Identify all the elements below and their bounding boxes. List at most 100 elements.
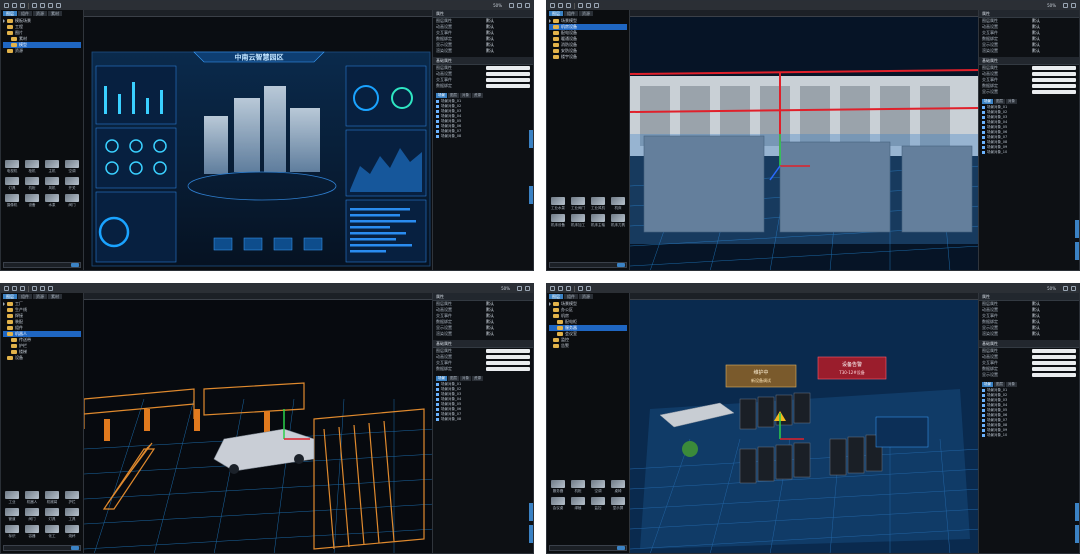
save-icon[interactable] [20, 3, 25, 8]
save-icon[interactable] [20, 286, 25, 291]
undo-icon[interactable] [578, 3, 583, 8]
undo-icon[interactable] [32, 286, 37, 291]
palette-item[interactable]: 工业阀门 [569, 197, 587, 211]
move-tool-icon[interactable] [594, 3, 599, 8]
tab-resource[interactable]: 资源 [472, 93, 483, 98]
tab-components[interactable]: 组件 [564, 294, 578, 299]
text-field[interactable] [1032, 78, 1076, 82]
palette-item[interactable]: 设备 [23, 194, 41, 208]
text-field[interactable] [1032, 355, 1076, 359]
tab-object[interactable]: 对象 [460, 93, 471, 98]
rotate-tool-icon[interactable] [56, 3, 61, 8]
property-field[interactable]: 数据绑定 [433, 366, 533, 372]
palette-item[interactable]: 服务器 [549, 480, 567, 494]
preview-icon[interactable] [517, 3, 522, 8]
canvas-viewport[interactable] [630, 10, 979, 270]
property-field[interactable]: 显示设置 [979, 372, 1079, 378]
tab-layer[interactable]: 图层 [994, 382, 1005, 387]
palette-item[interactable]: 管道 [3, 508, 21, 522]
undo-icon[interactable] [32, 3, 37, 8]
tab-layers[interactable]: 图层 [3, 11, 17, 16]
new-file-icon[interactable] [550, 3, 555, 8]
tab-object[interactable]: 对象 [1006, 99, 1017, 104]
settings-icon[interactable] [1063, 3, 1068, 8]
palette-item[interactable]: 机床主轴 [589, 214, 607, 228]
canvas-viewport[interactable]: 维护中 新设备调试 设备告警 T30-12#设备 [630, 293, 979, 553]
save-icon[interactable] [566, 286, 571, 291]
palette-item[interactable]: 工业 [3, 491, 21, 505]
text-field[interactable] [486, 72, 530, 76]
tab-components[interactable]: 组件 [18, 294, 32, 299]
text-field[interactable] [1032, 361, 1076, 365]
palette-item[interactable]: 空调 [589, 480, 607, 494]
palette-item[interactable]: 容器 [23, 525, 41, 539]
palette-item[interactable]: 监控 [589, 497, 607, 511]
palette-item[interactable]: 风机 [43, 177, 61, 191]
side-collapse-tab[interactable] [1075, 503, 1079, 521]
expand-arrow-icon[interactable] [549, 302, 551, 306]
open-folder-icon[interactable] [558, 286, 563, 291]
settings-icon[interactable] [517, 286, 522, 291]
text-field[interactable] [486, 349, 530, 353]
palette-item[interactable]: 水泵 [43, 194, 61, 208]
new-file-icon[interactable] [4, 3, 9, 8]
tab-resources[interactable]: 资源 [579, 294, 593, 299]
canvas-viewport[interactable]: 中南云智慧园区 [84, 10, 433, 270]
tab-layers[interactable]: 图层 [549, 294, 563, 299]
palette-item[interactable]: 电视机 [3, 160, 21, 174]
tab-components[interactable]: 组件 [564, 11, 578, 16]
palette-item[interactable]: 阀门 [63, 194, 81, 208]
tree-item[interactable]: 楼宇设备 [549, 54, 627, 60]
side-collapse-tab[interactable] [529, 130, 533, 148]
tab-object[interactable]: 对象 [1006, 382, 1017, 387]
tab-scene[interactable]: 场景 [982, 382, 993, 387]
canvas-viewport[interactable] [84, 293, 433, 553]
palette-item[interactable]: 柜机 [23, 160, 41, 174]
palette-item[interactable]: 灯具 [3, 177, 21, 191]
search-button[interactable] [71, 546, 79, 550]
open-folder-icon[interactable] [558, 3, 563, 8]
palette-item[interactable]: 标识 [3, 525, 21, 539]
tab-resources[interactable]: 资源 [579, 11, 593, 16]
tab-layer[interactable]: 图层 [448, 93, 459, 98]
palette-item[interactable]: 机柜 [569, 480, 587, 494]
tab-materials[interactable]: 素材 [48, 294, 62, 299]
zoom-level[interactable]: 50% [493, 3, 502, 8]
list-item[interactable]: 场景对象_10 [982, 433, 1076, 438]
property-row[interactable]: 渲染设置 默认 [433, 331, 533, 337]
palette-item[interactable]: 烧杯 [63, 525, 81, 539]
side-collapse-tab[interactable] [1075, 525, 1079, 543]
tab-layers[interactable]: 图层 [549, 11, 563, 16]
expand-arrow-icon[interactable] [3, 19, 5, 23]
text-field[interactable] [1032, 373, 1076, 377]
palette-item[interactable]: 工业风机 [589, 197, 607, 211]
palette-item[interactable]: 会议桌 [549, 497, 567, 511]
palette-item[interactable]: 机床加工 [569, 214, 587, 228]
side-collapse-tab[interactable] [1075, 220, 1079, 238]
search-button[interactable] [617, 263, 625, 267]
search-button[interactable] [71, 263, 79, 267]
search-input[interactable] [3, 545, 81, 551]
settings-icon[interactable] [509, 3, 514, 8]
palette-item[interactable]: 机器人 [23, 491, 41, 505]
tab-scene[interactable]: 场景 [436, 93, 447, 98]
tree-item[interactable]: 资源 [3, 48, 81, 54]
preview-icon[interactable] [525, 286, 530, 291]
tab-components[interactable]: 组件 [18, 11, 32, 16]
property-field[interactable]: 显示设置 [979, 89, 1079, 95]
text-field[interactable] [1032, 90, 1076, 94]
zoom-level[interactable]: 50% [501, 286, 510, 291]
tab-resource[interactable]: 资源 [472, 376, 483, 381]
palette-item[interactable]: 桌椅 [609, 480, 627, 494]
redo-icon[interactable] [586, 3, 591, 8]
text-field[interactable] [486, 355, 530, 359]
palette-item[interactable]: 开关 [63, 177, 81, 191]
side-collapse-tab[interactable] [529, 186, 533, 204]
tab-resources[interactable]: 资源 [33, 294, 47, 299]
open-folder-icon[interactable] [12, 3, 17, 8]
palette-item[interactable]: 机械臂 [43, 491, 61, 505]
expand-arrow-icon[interactable] [549, 19, 551, 23]
new-file-icon[interactable] [4, 286, 9, 291]
property-row[interactable]: 渲染设置 默认 [979, 48, 1079, 54]
tree-item[interactable]: 告警 [549, 343, 627, 349]
